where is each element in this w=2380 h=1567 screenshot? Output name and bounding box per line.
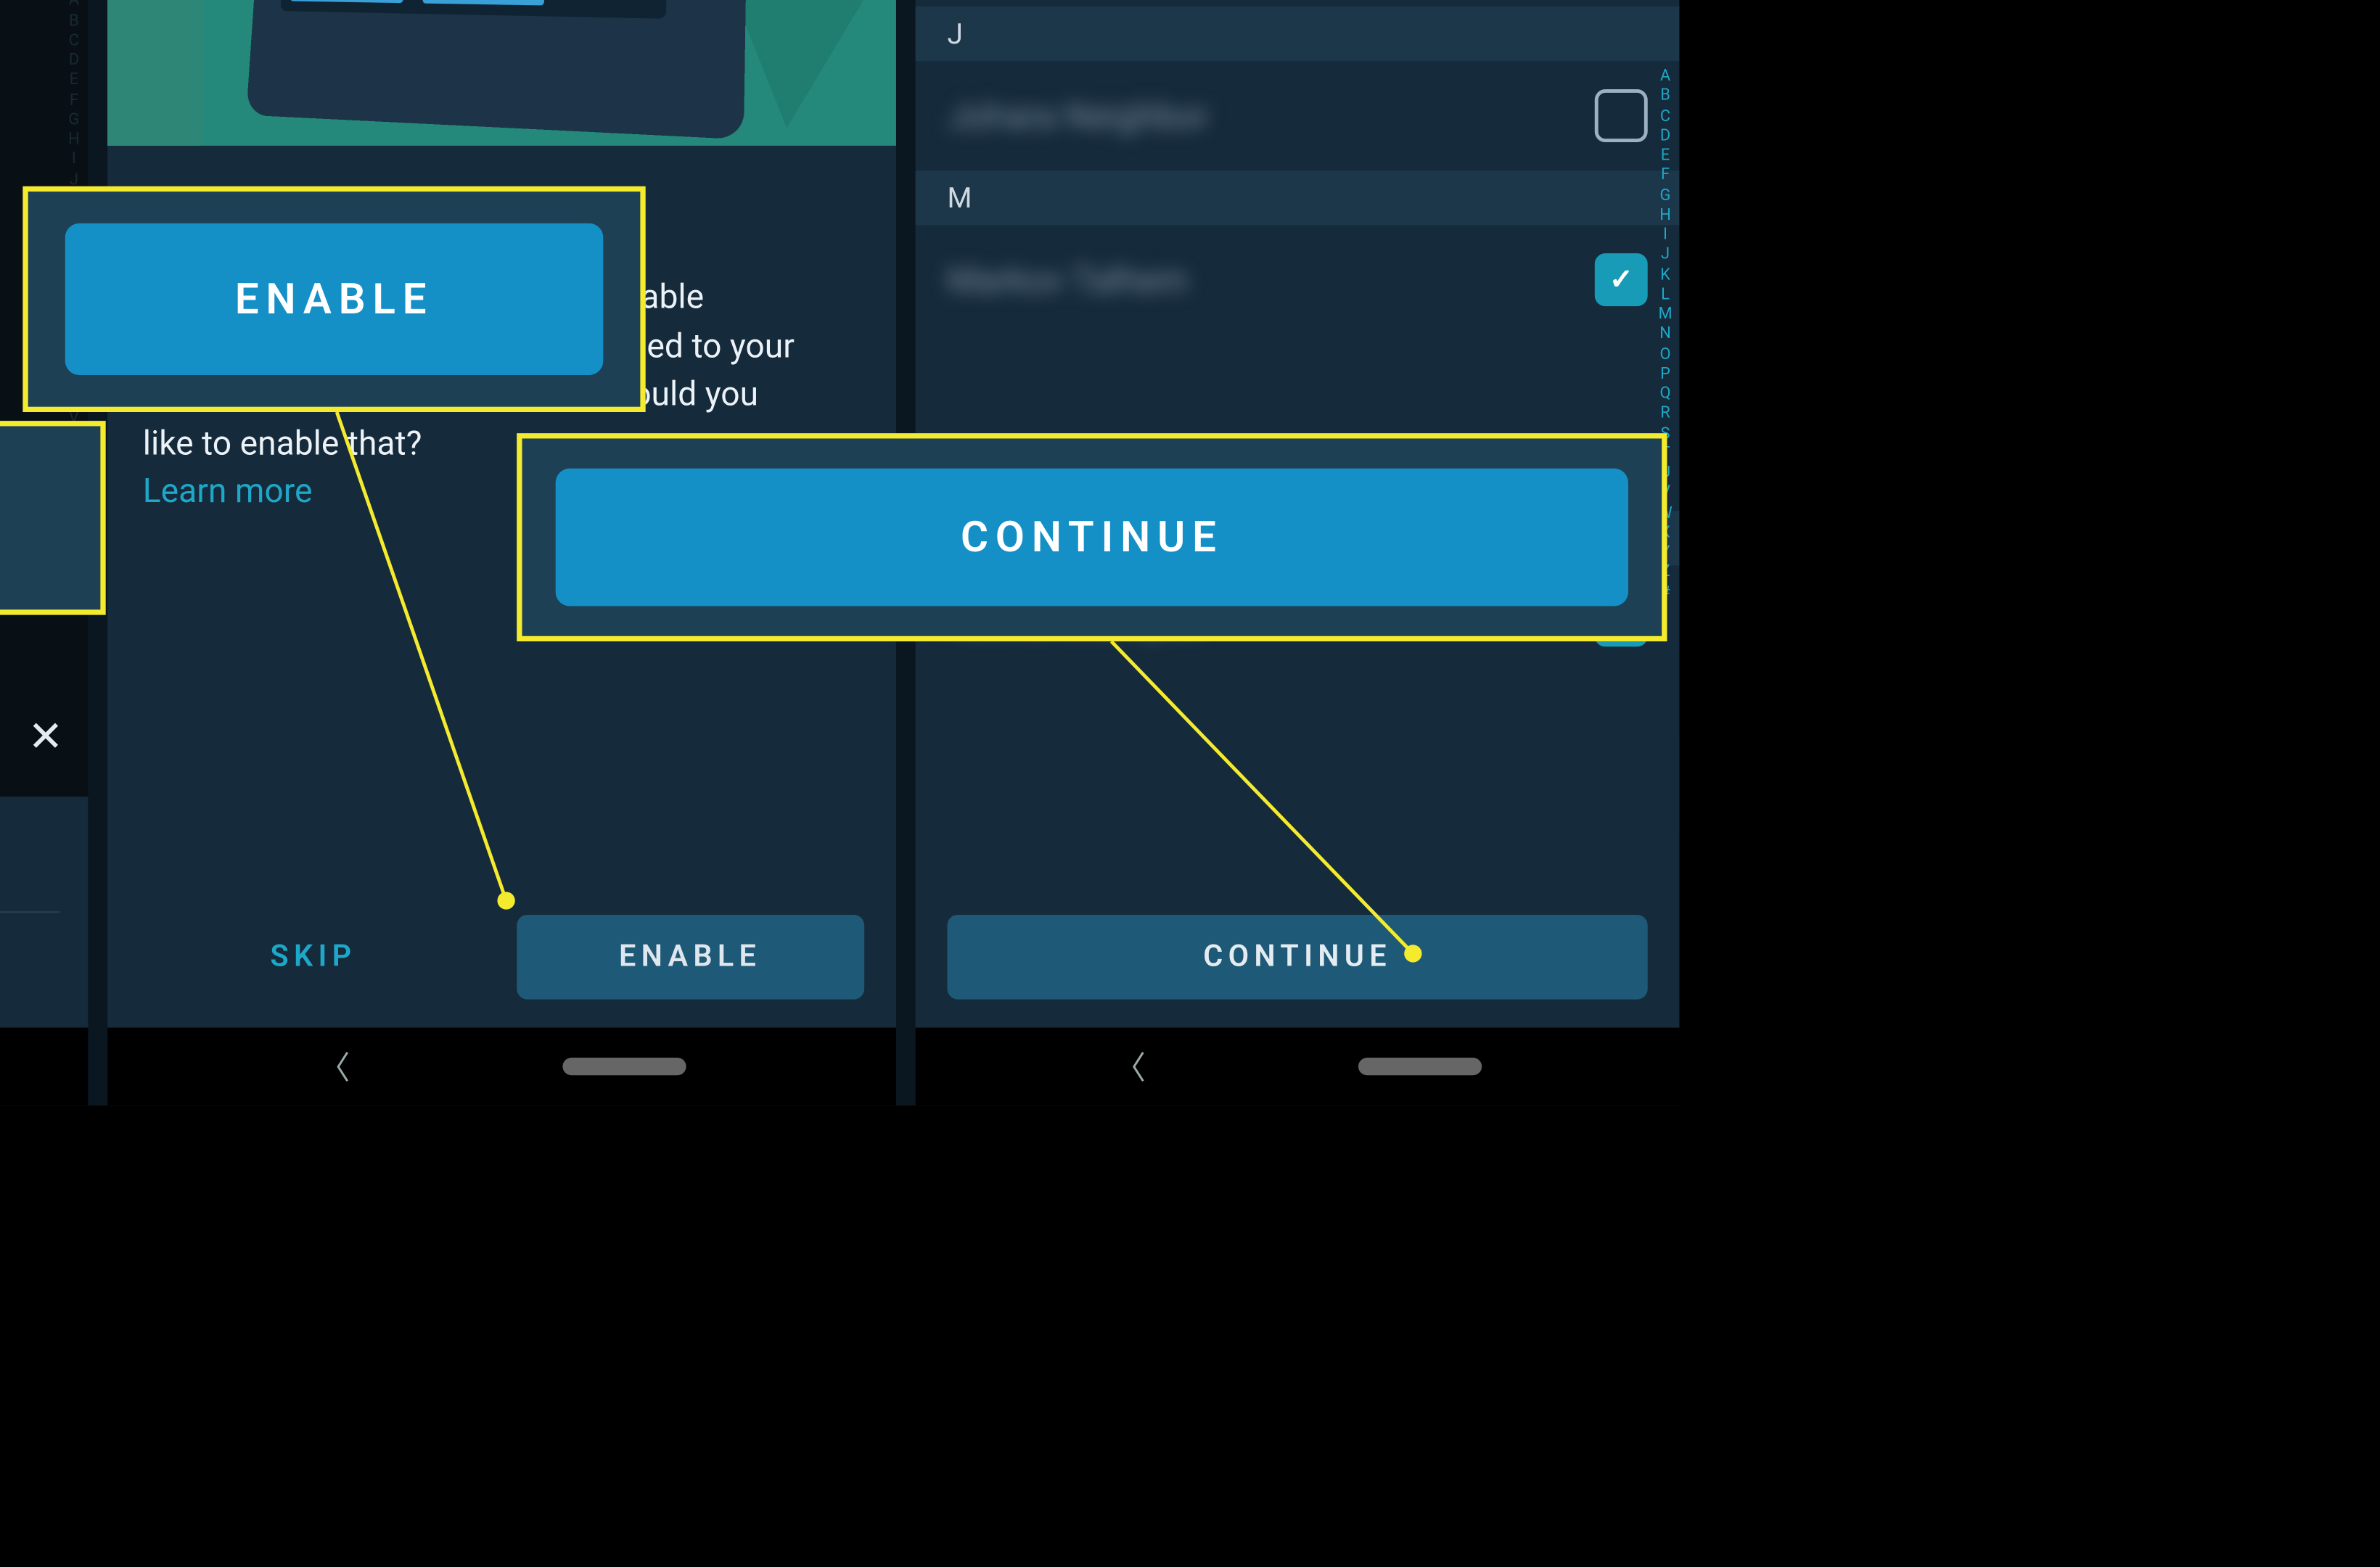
nav-back-icon[interactable]: 〈 [1114, 1043, 1146, 1089]
checkbox-icon[interactable]: ✓ [1595, 253, 1648, 306]
echo-show-graphic [246, 0, 750, 139]
close-icon[interactable]: ✕ [28, 712, 63, 761]
letter-header-m: M [916, 170, 1680, 224]
callout-continue: CONTINUE [517, 433, 1667, 641]
avatar-graphic [422, 0, 551, 6]
nav-home-pill[interactable] [1358, 1058, 1481, 1075]
callout-enable: ENABLE [22, 186, 645, 412]
contact-row[interactable]: Kathi Abelson ✓ [916, 0, 1680, 6]
callout-enable-button: ENABLE [65, 224, 603, 375]
letter-header-j: J [916, 6, 1680, 60]
avatar-graphic [290, 0, 414, 3]
skip-button[interactable]: SKIP [139, 915, 488, 1000]
callout-add-group: Add Group [0, 421, 106, 614]
bottom-sheet: ✕ Add Contact Add Group [0, 797, 88, 1028]
nav-back-icon[interactable]: 〈 [319, 1043, 350, 1089]
sheet-add-contact[interactable]: Add Contact [0, 797, 60, 913]
system-nav: 〈 [107, 1028, 896, 1106]
enable-button[interactable]: ENABLE [516, 915, 864, 1000]
nav-home-pill[interactable] [562, 1058, 685, 1075]
learn-more-link[interactable]: Learn more [143, 471, 313, 511]
contact-name: Johara Neighbor [947, 94, 1569, 136]
bottom-actions: CONTINUE [947, 915, 1647, 1000]
checkbox-icon[interactable] [1595, 89, 1648, 142]
system-nav: 〈 [916, 1028, 1680, 1106]
sheet-add-group[interactable]: Add Group [0, 913, 60, 1028]
contact-row[interactable]: Markov Talhem ✓ [916, 225, 1680, 334]
contact-name: Markov Talhem [947, 258, 1569, 300]
callout-continue-button: CONTINUE [557, 468, 1628, 606]
hero-illustration [107, 0, 896, 146]
continue-button[interactable]: CONTINUE [947, 915, 1647, 1000]
system-nav: 〈 [0, 1028, 88, 1106]
bottom-actions: SKIP ENABLE [107, 915, 896, 1000]
cactus-graphic [107, 0, 202, 146]
contact-row[interactable]: Johara Neighbor [916, 61, 1680, 170]
